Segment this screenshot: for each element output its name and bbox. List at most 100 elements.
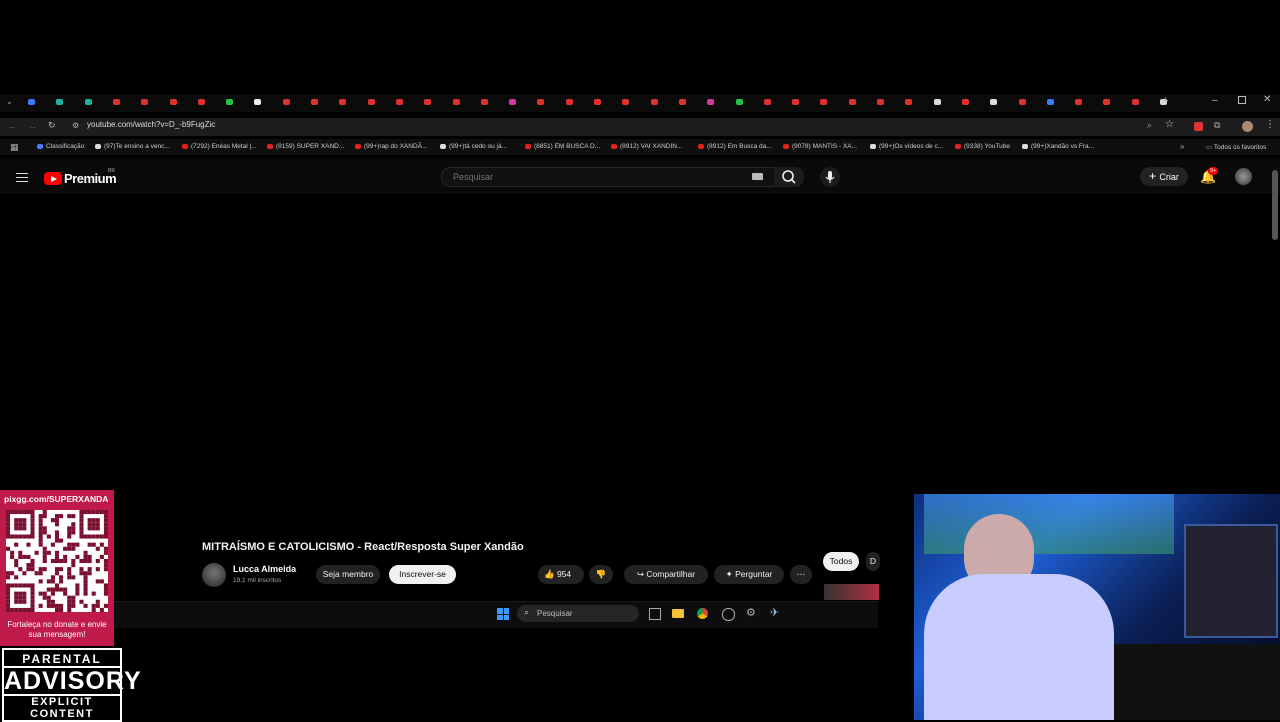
- browser-tab[interactable]: [537, 98, 549, 108]
- keyboard-icon[interactable]: [752, 173, 763, 180]
- bookmark-item[interactable]: (8912) VAI XANDIN...: [611, 143, 682, 150]
- menu-hamburger-icon[interactable]: [16, 170, 28, 185]
- share-button[interactable]: ↪ Compartilhar: [624, 565, 708, 584]
- browser-tab[interactable]: [112, 98, 125, 108]
- bookmark-item[interactable]: (99+)Xandão vs Fra...: [1022, 143, 1094, 150]
- chrome-icon[interactable]: [697, 608, 708, 619]
- browser-tab[interactable]: [990, 98, 1002, 108]
- taskbar-search[interactable]: ⌕ Pesquisar: [517, 605, 639, 622]
- browser-tab[interactable]: [395, 98, 408, 108]
- browser-tab[interactable]: [141, 98, 153, 108]
- bookmark-item[interactable]: (9338) YouTube: [955, 143, 1010, 150]
- bookmark-item[interactable]: (7292) Enéas Metal |...: [182, 143, 257, 150]
- browser-tab[interactable]: [452, 98, 465, 108]
- bookmark-item[interactable]: (99+)Os vídeos de c...: [870, 143, 943, 150]
- chip-todos[interactable]: Todos: [823, 552, 859, 571]
- zoom-icon[interactable]: ⌕: [1147, 120, 1152, 131]
- bookmark-item[interactable]: (99+)rap do XANDÃ...: [355, 143, 427, 150]
- browser-tab[interactable]: [254, 98, 266, 108]
- browser-tab[interactable]: [509, 98, 521, 108]
- steam-icon[interactable]: ✈: [770, 606, 779, 619]
- browser-tab[interactable]: [226, 98, 238, 108]
- browser-tab[interactable]: [56, 98, 68, 108]
- browser-tab[interactable]: [1018, 98, 1031, 108]
- video-player[interactable]: [0, 196, 1270, 526]
- voice-search-button[interactable]: [820, 167, 840, 187]
- browser-tab[interactable]: [311, 98, 323, 108]
- reload-icon[interactable]: ↻: [48, 120, 56, 131]
- maximize-window-button[interactable]: [1238, 96, 1246, 104]
- join-button[interactable]: Seja membro: [316, 565, 380, 584]
- extensions-puzzle-icon[interactable]: ⧉: [1214, 120, 1220, 131]
- browser-tab[interactable]: [848, 98, 861, 108]
- browser-tab[interactable]: [28, 98, 40, 108]
- browser-tab[interactable]: [424, 98, 436, 108]
- bookmark-item[interactable]: (8159) SUPER XAND...: [267, 143, 344, 150]
- chip-partial[interactable]: D: [866, 552, 880, 571]
- search-input[interactable]: [451, 171, 745, 183]
- browser-tab[interactable]: [961, 98, 974, 108]
- browser-tab[interactable]: [197, 98, 210, 108]
- recommended-thumbnail[interactable]: [824, 584, 879, 600]
- browser-tab[interactable]: [1103, 98, 1115, 108]
- settings-gear-icon[interactable]: ⚙: [746, 606, 756, 619]
- dislike-button[interactable]: 👎: [589, 565, 613, 584]
- browser-tab[interactable]: [877, 98, 889, 108]
- bookmarks-overflow-icon[interactable]: »: [1180, 142, 1184, 151]
- bookmark-item[interactable]: (9078) MANTIS - XA...: [783, 143, 857, 150]
- browser-tab[interactable]: [763, 98, 776, 108]
- browser-tab[interactable]: [84, 98, 97, 108]
- site-info-icon[interactable]: ⚙: [72, 121, 79, 130]
- browser-tab[interactable]: [565, 98, 578, 108]
- channel-avatar[interactable]: [202, 563, 226, 587]
- browser-tab[interactable]: [339, 98, 351, 108]
- bookmark-item[interactable]: (99+)tá cedo ou já...: [440, 143, 507, 150]
- bookmark-item[interactable]: (97)Te ensino a venc...: [95, 143, 170, 150]
- browser-tab[interactable]: [650, 98, 663, 108]
- bookmark-star-icon[interactable]: ☆: [1165, 119, 1174, 130]
- file-explorer-icon[interactable]: [672, 609, 684, 618]
- browser-tab[interactable]: [707, 98, 719, 108]
- youtube-premium-logo[interactable]: Premium BR: [44, 168, 117, 188]
- like-button[interactable]: 👍 954: [538, 565, 584, 584]
- extension-icon[interactable]: [1194, 122, 1203, 131]
- bookmark-item[interactable]: Classificação: [37, 143, 84, 150]
- browser-tab[interactable]: [820, 98, 832, 108]
- page-scrollbar[interactable]: [1272, 170, 1278, 240]
- back-icon[interactable]: ←: [8, 121, 17, 131]
- browser-tab[interactable]: [1075, 98, 1087, 108]
- browser-tab[interactable]: [735, 98, 748, 108]
- bookmark-item[interactable]: (8912) Em Busca da...: [698, 143, 772, 150]
- search-box[interactable]: [441, 167, 775, 187]
- new-tab-button[interactable]: +: [1162, 95, 1168, 107]
- browser-tab[interactable]: [905, 98, 917, 108]
- browser-tab[interactable]: [678, 98, 691, 108]
- notifications-button[interactable]: 🔔 9+: [1200, 167, 1219, 186]
- browser-tab[interactable]: [622, 98, 634, 108]
- channel-name[interactable]: Lucca Almeida: [233, 564, 296, 574]
- task-view-icon[interactable]: [649, 608, 661, 620]
- browser-tab[interactable]: [169, 98, 182, 108]
- more-actions-button[interactable]: ⋯: [790, 565, 812, 584]
- bookmark-item[interactable]: (8851) EM BUSCA D...: [525, 143, 600, 150]
- profile-avatar-icon[interactable]: [1242, 121, 1253, 132]
- all-favorites-folder[interactable]: ▭ Todos os favoritos: [1206, 143, 1266, 151]
- windows-start-icon[interactable]: [497, 608, 509, 620]
- tab-list-dropdown-icon[interactable]: ⌄: [6, 97, 13, 106]
- browser-tab[interactable]: [933, 98, 946, 108]
- address-url[interactable]: youtube.com/watch?v=D_-b9FugZic: [87, 120, 215, 129]
- browser-tab[interactable]: [792, 98, 804, 108]
- subscribe-button[interactable]: Inscrever-se: [389, 565, 456, 584]
- minimize-window-button[interactable]: –: [1212, 95, 1218, 106]
- browser-tab[interactable]: [367, 98, 380, 108]
- search-button[interactable]: [774, 167, 804, 187]
- browser-tab[interactable]: [480, 98, 493, 108]
- browser-tab[interactable]: [1046, 98, 1059, 108]
- apps-grid-icon[interactable]: ▦: [10, 142, 19, 153]
- forward-icon[interactable]: →: [28, 121, 37, 131]
- ask-button[interactable]: ✦ Perguntar: [714, 565, 784, 584]
- browser-menu-icon[interactable]: ⋮: [1265, 119, 1275, 130]
- browser-tab[interactable]: [1131, 98, 1144, 108]
- account-avatar[interactable]: [1235, 168, 1252, 185]
- create-button[interactable]: + Criar: [1140, 167, 1188, 186]
